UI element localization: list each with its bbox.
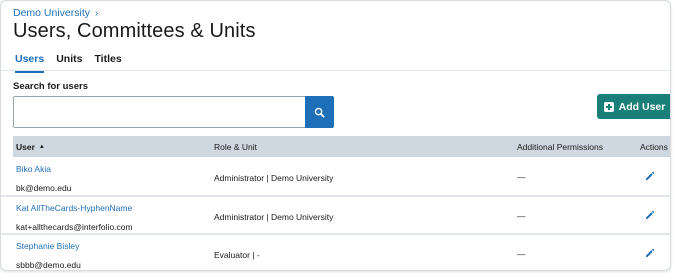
user-email: kat+allthecards@interfolio.com [16,222,133,232]
breadcrumb: Demo University › [13,7,98,19]
column-header-role-unit: Role & Unit [214,142,257,152]
table-row: Stephanie Bisley sbbb@demo.edu Evaluator… [13,235,670,270]
user-role-unit: Evaluator | - [214,250,260,260]
chevron-right-icon: › [95,7,99,19]
user-role-unit: Administrator | Demo University [214,173,334,183]
tabs-divider [1,70,670,71]
users-panel: Demo University › Users, Committees & Un… [0,0,671,271]
column-header-permissions: Additional Permissions [517,142,603,152]
search-label: Search for users [13,81,88,92]
user-permissions: — [517,249,526,259]
page-title: Users, Committees & Units [13,20,256,42]
user-email: sbbb@demo.edu [16,260,81,270]
user-name-link[interactable]: Kat AllTheCards-HyphenName [16,203,132,213]
search-input[interactable] [13,96,306,128]
table-row: Biko Akia bk@demo.edu Administrator | De… [13,158,670,196]
column-header-user-label: User [16,142,35,152]
table-header: User ▲ Role & Unit Additional Permission… [13,136,670,157]
search-button[interactable] [305,96,334,128]
user-role-unit: Administrator | Demo University [214,212,334,222]
user-email: bk@demo.edu [16,183,72,193]
table-row: Kat AllTheCards-HyphenName kat+allthecar… [13,197,670,235]
column-header-user[interactable]: User ▲ [16,142,45,152]
user-permissions: — [517,172,526,182]
user-name-link[interactable]: Biko Akia [16,164,51,174]
column-header-actions: Actions [640,142,668,152]
plus-square-icon [603,101,614,112]
pencil-icon[interactable] [644,209,656,221]
add-user-label: Add User [618,100,666,113]
pencil-icon[interactable] [644,247,656,259]
search-icon [314,107,325,117]
add-user-button[interactable]: Add User [597,94,670,119]
breadcrumb-link-demo-university[interactable]: Demo University [13,7,90,19]
pencil-icon[interactable] [644,170,656,182]
sort-ascending-icon: ▲ [38,144,45,150]
user-name-link[interactable]: Stephanie Bisley [16,241,79,251]
user-permissions: — [517,211,526,221]
